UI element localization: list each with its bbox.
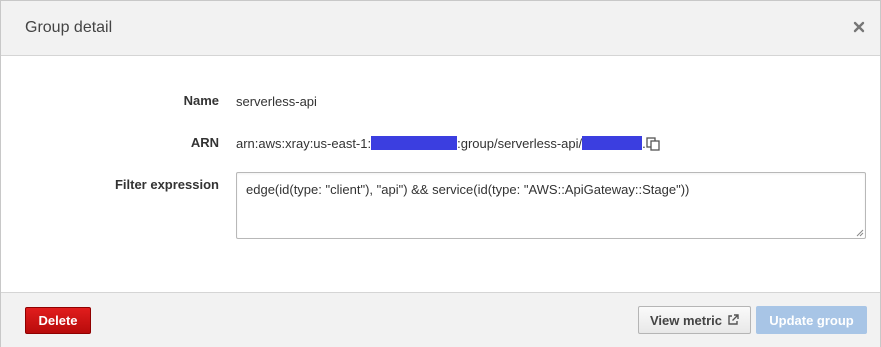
redacted-account-id (371, 136, 458, 150)
name-value: serverless-api (236, 94, 317, 109)
resize-handle-icon[interactable] (856, 229, 864, 237)
close-icon[interactable] (852, 20, 866, 34)
filter-expression-value: edge(id(type: "client"), "api") && servi… (246, 182, 690, 197)
arn-value: arn:aws:xray:us-east-1: :group/serverless… (236, 136, 646, 151)
filter-expression-textarea[interactable]: edge(id(type: "client"), "api") && servi… (236, 172, 866, 239)
view-metric-button[interactable]: View metric (638, 306, 751, 334)
dialog-footer: Delete View metric Update group (1, 292, 880, 347)
group-detail-dialog: Group detail Name serverless-api ARN arn… (0, 0, 881, 347)
name-label: Name (183, 93, 219, 108)
arn-middle: :group/serverless-api/ (457, 136, 583, 151)
external-link-icon (728, 314, 739, 325)
view-metric-label: View metric (649, 312, 723, 328)
update-group-button[interactable]: Update group (756, 306, 867, 334)
dialog-title: Group detail (25, 19, 113, 36)
arn-label: ARN (190, 135, 219, 150)
filter-expression-label: Filter expression (114, 177, 219, 192)
copy-icon[interactable] (646, 137, 660, 151)
dialog-header: Group detail (1, 1, 880, 56)
arn-prefix: arn:aws:xray:us-east-1: (236, 136, 372, 151)
redacted-group-id (582, 136, 643, 150)
delete-button[interactable]: Delete (25, 307, 91, 334)
